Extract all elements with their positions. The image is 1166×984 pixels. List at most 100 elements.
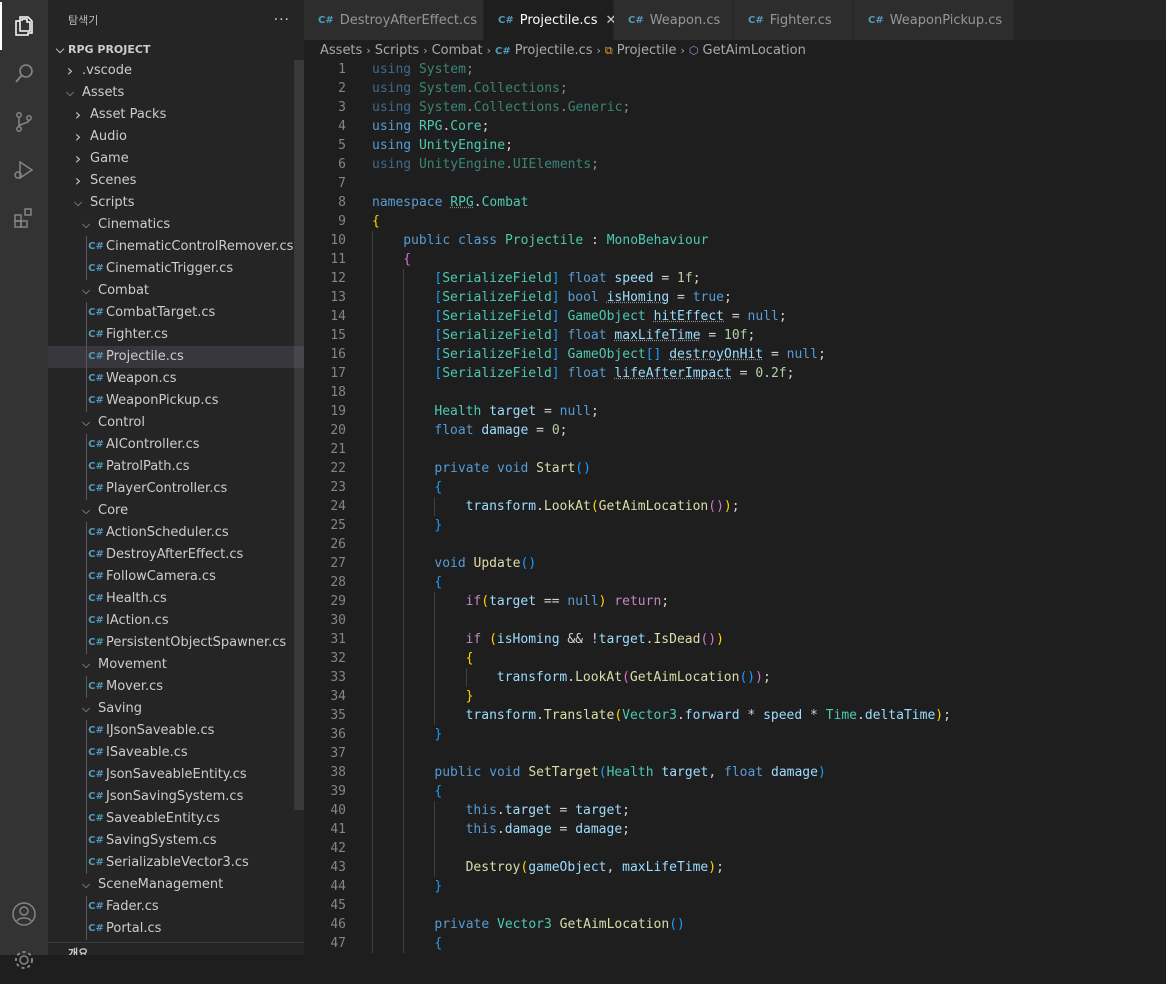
folder-row[interactable]: ⌵ SceneManagement bbox=[48, 874, 304, 896]
code-token: using bbox=[372, 81, 411, 96]
code-line: 25} bbox=[304, 516, 1166, 535]
manage-gear-icon[interactable] bbox=[0, 936, 48, 984]
tab-weaponpickup[interactable]: C# WeaponPickup.cs bbox=[854, 0, 1014, 40]
indent-guide bbox=[372, 744, 373, 763]
folder-row[interactable]: ⌵ Scripts bbox=[48, 192, 304, 214]
tab-weapon[interactable]: C# Weapon.cs bbox=[614, 0, 734, 40]
code-line: 37 bbox=[304, 744, 1166, 763]
file-row[interactable]: C# SaveableEntity.cs bbox=[48, 808, 304, 830]
file-row[interactable]: C# CombatTarget.cs bbox=[48, 302, 304, 324]
code-token: destroyOnHit bbox=[669, 347, 763, 362]
code-token: SerializeField bbox=[442, 290, 552, 305]
file-row[interactable]: C# PlayerController.cs bbox=[48, 478, 304, 500]
indent-guide bbox=[372, 535, 373, 554]
code-token: System bbox=[419, 62, 466, 77]
file-row[interactable]: C# SerializableVector3.cs bbox=[48, 852, 304, 874]
file-row[interactable]: C# WeaponPickup.cs bbox=[48, 390, 304, 412]
file-row[interactable]: C# PatrolPath.cs bbox=[48, 456, 304, 478]
folder-row[interactable]: ⌵ Core bbox=[48, 500, 304, 522]
folder-row[interactable]: › .vscode bbox=[48, 60, 304, 82]
code-token: ) bbox=[755, 670, 763, 685]
folder-row[interactable]: › Game bbox=[48, 148, 304, 170]
breadcrumb-item[interactable]: Scripts bbox=[375, 43, 419, 58]
csharp-file-icon: C# bbox=[88, 368, 104, 390]
file-row[interactable]: C# CinematicTrigger.cs bbox=[48, 258, 304, 280]
file-row[interactable]: C# IAction.cs bbox=[48, 610, 304, 632]
file-row[interactable]: C# Mover.cs bbox=[48, 676, 304, 698]
breadcrumb-label: Projectile bbox=[617, 43, 677, 58]
search-icon[interactable] bbox=[0, 50, 48, 98]
file-row[interactable]: C# Projectile.cs bbox=[48, 346, 304, 368]
code-line: 2 using System.Collections; bbox=[304, 79, 1166, 98]
run-debug-icon[interactable] bbox=[0, 146, 48, 194]
folder-row[interactable]: ⌵ Combat bbox=[48, 280, 304, 302]
file-row[interactable]: C# Fader.cs bbox=[48, 896, 304, 918]
indent-guide bbox=[372, 858, 373, 877]
code-token: MonoBehaviour bbox=[607, 233, 709, 248]
file-row[interactable]: C# PersistentObjectSpawner.cs bbox=[48, 632, 304, 654]
csharp-file-icon: C# bbox=[88, 632, 104, 654]
code-token: ; bbox=[622, 822, 630, 837]
sidebar-scrollbar[interactable] bbox=[294, 60, 304, 810]
code-text: if (isHoming && !target.IsDead()) bbox=[466, 630, 724, 649]
file-row[interactable]: C# DestroyAfterEffect.cs bbox=[48, 544, 304, 566]
indent-guide bbox=[434, 611, 435, 630]
code-token: . bbox=[536, 499, 544, 514]
breadcrumb-item[interactable]: ⧉ Projectile bbox=[605, 43, 677, 58]
source-control-icon[interactable] bbox=[0, 98, 48, 146]
more-actions-icon[interactable]: ··· bbox=[274, 12, 290, 28]
indent-guide bbox=[403, 877, 404, 896]
project-root[interactable]: ⌵ RPG PROJECT bbox=[48, 40, 304, 60]
tab-fighter[interactable]: C# Fighter.cs bbox=[734, 0, 854, 40]
file-row[interactable]: C# Fighter.cs bbox=[48, 324, 304, 346]
file-row[interactable]: C# JsonSavingSystem.cs bbox=[48, 786, 304, 808]
outline-section[interactable]: 개요 bbox=[48, 942, 304, 955]
folder-row[interactable]: ⌵ Assets bbox=[48, 82, 304, 104]
code-token: () bbox=[708, 499, 724, 514]
code-token: = bbox=[654, 271, 677, 286]
files-icon[interactable] bbox=[0, 2, 48, 50]
code-token: ) bbox=[716, 632, 724, 647]
tab-projectile[interactable]: C# Projectile.cs ✕ bbox=[484, 0, 614, 40]
file-row[interactable]: C# ActionScheduler.cs bbox=[48, 522, 304, 544]
breadcrumb-item[interactable]: ⬡ GetAimLocation bbox=[689, 43, 806, 58]
folder-row[interactable]: › Asset Packs bbox=[48, 104, 304, 126]
code-token: target bbox=[575, 803, 622, 818]
breadcrumb-item[interactable]: C# Projectile.cs bbox=[495, 43, 592, 58]
folder-row[interactable]: › Audio bbox=[48, 126, 304, 148]
file-row[interactable]: C# JsonSaveableEntity.cs bbox=[48, 764, 304, 786]
file-row[interactable]: C# AIController.cs bbox=[48, 434, 304, 456]
indent-guide bbox=[372, 592, 373, 611]
code-token: bool bbox=[567, 290, 598, 305]
code-editor[interactable]: 1 using System; 2 using System.Collections;… bbox=[304, 60, 1166, 955]
code-token: using bbox=[372, 62, 411, 77]
folder-row[interactable]: ⌵ Saving bbox=[48, 698, 304, 720]
code-token: } bbox=[434, 879, 442, 894]
file-row[interactable]: C# Health.cs bbox=[48, 588, 304, 610]
file-row[interactable]: C# ISaveable.cs bbox=[48, 742, 304, 764]
breadcrumb-item[interactable]: Assets bbox=[320, 43, 362, 58]
extensions-icon[interactable] bbox=[0, 194, 48, 242]
file-row[interactable]: C# SavingSystem.cs bbox=[48, 830, 304, 852]
indent-guide bbox=[372, 231, 373, 250]
file-row[interactable]: C# FollowCamera.cs bbox=[48, 566, 304, 588]
file-row[interactable]: C# CinematicControlRemover.cs bbox=[48, 236, 304, 258]
code-token: = bbox=[528, 423, 551, 438]
indent-guide bbox=[434, 820, 435, 839]
tab-destroyaftereffect[interactable]: C# DestroyAfterEffect.cs bbox=[304, 0, 484, 40]
code-token: { bbox=[372, 214, 380, 229]
line-number: 23 bbox=[304, 478, 346, 497]
code-token: ; bbox=[693, 271, 701, 286]
folder-row[interactable]: › Scenes bbox=[48, 170, 304, 192]
account-icon[interactable] bbox=[0, 890, 48, 938]
breadcrumb-item[interactable]: Combat bbox=[432, 43, 483, 58]
code-line: 29 if(target == null) return; bbox=[304, 592, 1166, 611]
code-token: private bbox=[434, 917, 489, 932]
file-row[interactable]: C# Weapon.cs bbox=[48, 368, 304, 390]
folder-row[interactable]: ⌵ Control bbox=[48, 412, 304, 434]
folder-row[interactable]: ⌵ Cinematics bbox=[48, 214, 304, 236]
indent-guide bbox=[403, 725, 404, 744]
file-row[interactable]: C# IJsonSaveable.cs bbox=[48, 720, 304, 742]
folder-row[interactable]: ⌵ Movement bbox=[48, 654, 304, 676]
file-row[interactable]: C# Portal.cs bbox=[48, 918, 304, 940]
